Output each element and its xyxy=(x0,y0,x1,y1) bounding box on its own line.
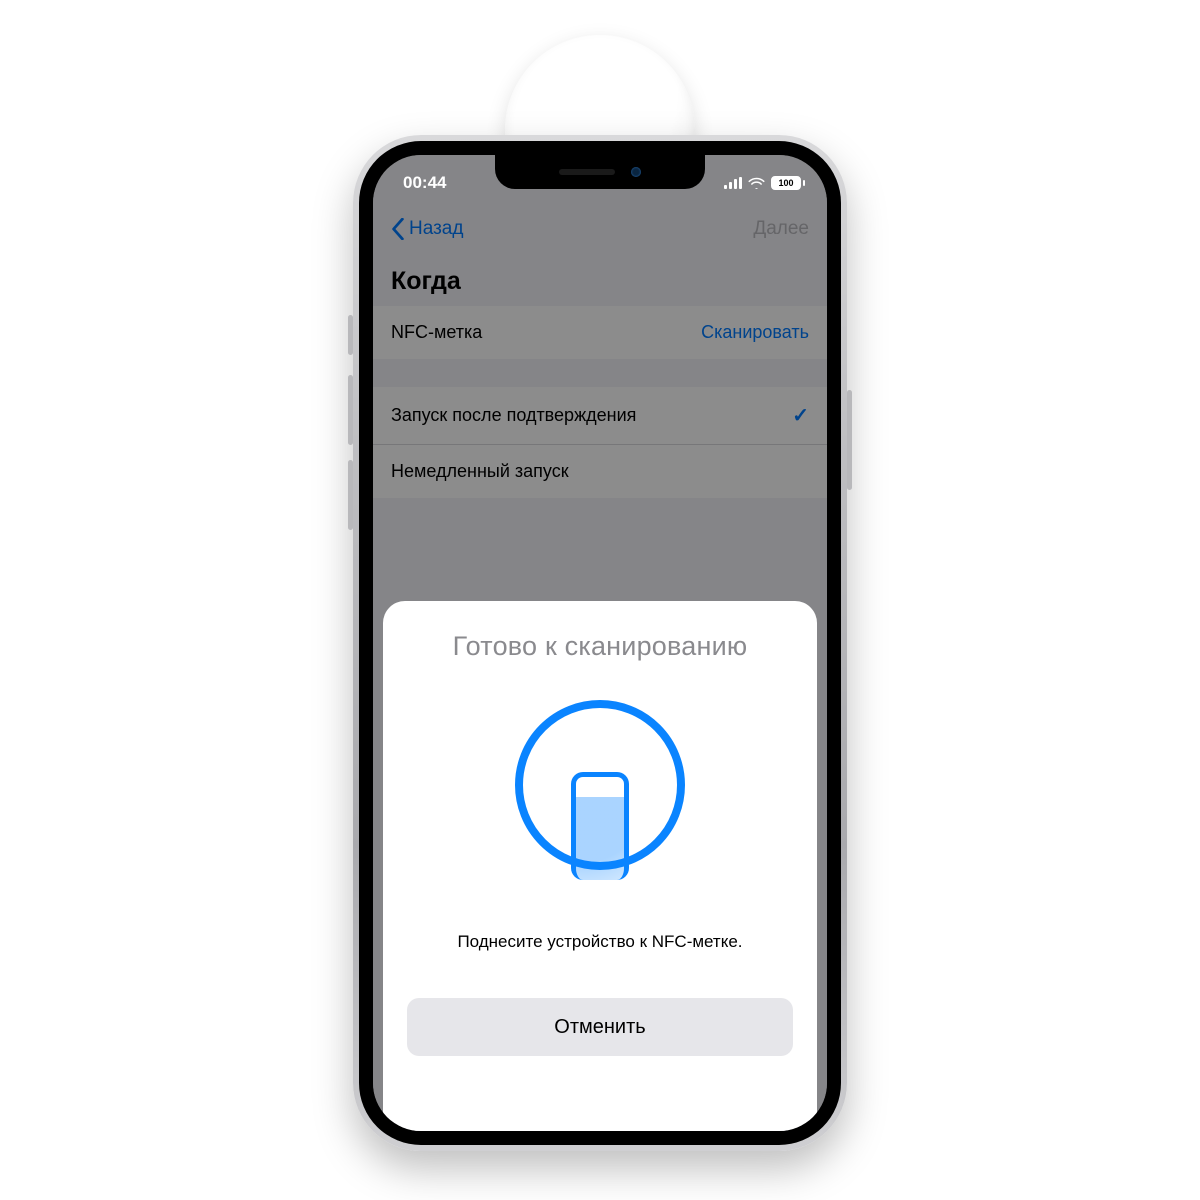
sheet-title: Готово к сканированию xyxy=(453,631,748,662)
mute-switch xyxy=(348,315,353,355)
front-camera xyxy=(631,167,641,177)
phone-screen: Назад Далее Когда NFC-метка Сканировать xyxy=(373,155,827,1131)
nfc-scan-icon xyxy=(505,690,695,880)
nfc-scan-sheet: Готово к сканированию Поднесите устройст… xyxy=(383,601,817,1131)
wifi-icon xyxy=(748,177,765,189)
stage: Назад Далее Когда NFC-метка Сканировать xyxy=(0,0,1200,1200)
side-button xyxy=(847,390,852,490)
battery-icon: 100 xyxy=(771,176,805,190)
phone-bezel: Назад Далее Когда NFC-метка Сканировать xyxy=(359,141,841,1145)
status-right: 100 xyxy=(724,176,805,190)
volume-up xyxy=(348,375,353,445)
notch xyxy=(495,155,705,189)
sheet-subtitle: Поднесите устройство к NFC-метке. xyxy=(457,932,742,952)
earpiece xyxy=(559,169,615,175)
status-time: 00:44 xyxy=(403,173,446,193)
battery-level: 100 xyxy=(773,178,799,188)
cancel-button[interactable]: Отменить xyxy=(407,998,793,1056)
volume-down xyxy=(348,460,353,530)
cellular-icon xyxy=(724,177,742,189)
phone-frame: Назад Далее Когда NFC-метка Сканировать xyxy=(353,135,847,1151)
